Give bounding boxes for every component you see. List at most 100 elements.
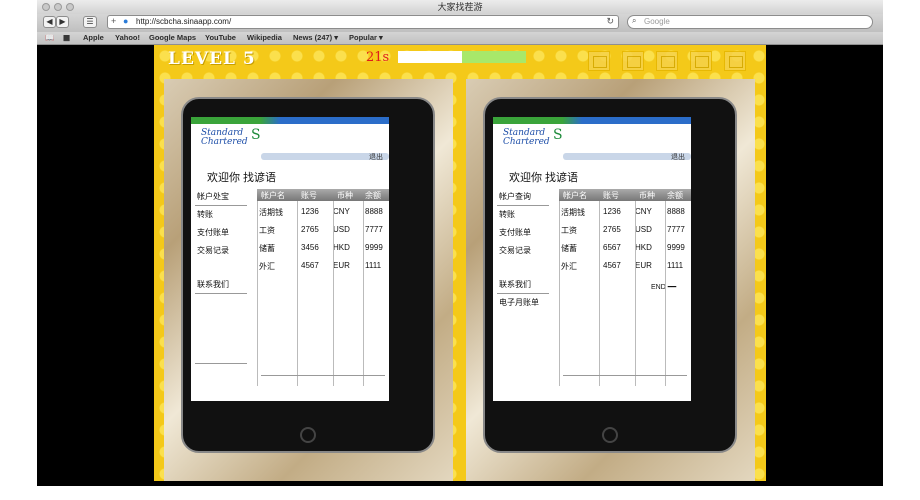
bookmark-youtube[interactable]: YouTube xyxy=(205,33,236,42)
logo-icon: S xyxy=(553,127,563,143)
left-menu: 帐户处宝 转账 支付账单 交易记录 联系我们 xyxy=(197,191,247,297)
left-screen[interactable]: Standard Chartered S 退出 欢迎你 找谚语 帐户处宝 转账 支付… xyxy=(191,117,389,401)
header-cell: 币种 xyxy=(337,191,353,200)
globe-icon: ● xyxy=(123,16,129,26)
reader-icon: ☰ xyxy=(86,17,94,26)
bookmark-apple[interactable]: Apple xyxy=(83,33,104,42)
bookmark-google-maps[interactable]: Google Maps xyxy=(149,33,196,42)
divider xyxy=(497,205,549,206)
minimize-button[interactable] xyxy=(54,3,62,11)
table-row: 外汇 4567 EUR 1111 xyxy=(259,261,382,271)
column-line xyxy=(363,201,364,386)
divider xyxy=(497,293,549,294)
table-row: 活期钱 1236 CNY 8888 xyxy=(561,207,685,217)
search-icon: ⌕ xyxy=(632,16,637,25)
right-image-panel[interactable]: Standard Chartered S 退出 欢迎你 找谚语 帐户查询 转账 支付… xyxy=(466,79,755,481)
header-cell: 帐户名 xyxy=(261,191,285,200)
hint-thumbnail-4[interactable] xyxy=(690,51,712,71)
forward-icon: ▶ xyxy=(59,17,66,26)
header-cell: 币种 xyxy=(639,191,655,200)
table-row: 工资 2765 USD 7777 xyxy=(259,225,383,235)
menu-item[interactable]: 电子月账单 xyxy=(499,297,549,315)
table-row: 外汇 4567 EUR 1111 xyxy=(561,261,684,271)
home-button-icon xyxy=(300,427,316,443)
table-row: 储蓄 3456 HKD 9999 xyxy=(259,243,383,253)
divider xyxy=(195,293,247,294)
progress-bar xyxy=(398,51,526,63)
search-field[interactable]: ⌕ Google xyxy=(627,15,873,29)
column-line xyxy=(559,201,560,386)
level-label: LEVEL 5 xyxy=(168,49,256,69)
grid-icon[interactable]: ▦ xyxy=(63,33,70,42)
menu-item[interactable]: 支付账单 xyxy=(197,227,247,245)
browser-toolbar: ◀ ▶ ☰ + ● http://scbcha.sinaapp.com/ ↻ ⌕… xyxy=(37,14,883,32)
back-button[interactable]: ◀ xyxy=(43,16,56,28)
welcome-text: 欢迎你 找谚语 xyxy=(509,172,579,184)
forward-button[interactable]: ▶ xyxy=(56,16,69,28)
bookmark-yahoo[interactable]: Yahoo! xyxy=(115,33,140,42)
home-button-icon xyxy=(602,427,618,443)
menu-item[interactable]: 转账 xyxy=(499,209,549,227)
left-image-panel[interactable]: Standard Chartered S 退出 欢迎你 找谚语 帐户处宝 转账 支付… xyxy=(164,79,453,481)
progress-fill xyxy=(462,51,526,63)
menu-item[interactable]: 转账 xyxy=(197,209,247,227)
bookmark-popular[interactable]: Popular ▾ xyxy=(349,33,383,42)
menu-item[interactable]: 帐户查询 xyxy=(499,191,549,209)
hint-thumbnail-2[interactable] xyxy=(622,51,644,71)
divider xyxy=(195,363,247,364)
logo-icon: S xyxy=(251,127,261,143)
table-row: 储蓄 6567 HKD 9999 xyxy=(561,243,685,253)
welcome-text: 欢迎你 找谚语 xyxy=(207,172,277,184)
column-line xyxy=(635,201,636,386)
reader-button[interactable]: ☰ xyxy=(83,16,97,28)
header-cell: 账号 xyxy=(603,191,619,200)
reload-icon[interactable]: ↻ xyxy=(606,16,614,27)
window-title: 大家找茬游 xyxy=(437,2,483,12)
menu-item[interactable]: 联系我们 xyxy=(499,279,549,297)
divider xyxy=(563,375,687,376)
divider xyxy=(195,205,247,206)
column-line xyxy=(665,201,666,386)
book-icon[interactable]: 📖 xyxy=(45,33,54,42)
window-controls xyxy=(42,3,74,11)
footer-link[interactable]: END ━━ xyxy=(651,283,676,291)
address-bar[interactable]: + ● http://scbcha.sinaapp.com/ ↻ xyxy=(107,15,619,29)
table-row: 活期钱 1236 CNY 8888 xyxy=(259,207,383,217)
add-bookmark-icon[interactable]: + xyxy=(111,16,116,26)
header-cell: 账号 xyxy=(301,191,317,200)
right-screen[interactable]: Standard Chartered S 退出 欢迎你 找谚语 帐户查询 转账 支付… xyxy=(493,117,691,401)
column-line xyxy=(297,201,298,386)
bank-logo: Standard Chartered S xyxy=(201,127,261,147)
logout-link[interactable]: 退出 xyxy=(671,152,685,162)
page-content: LEVEL 5 21s Standard Chartered S 退出 欢迎你 找谚… xyxy=(37,45,883,486)
hint-thumbnail-1[interactable] xyxy=(588,51,610,71)
menu-item[interactable]: 交易记录 xyxy=(499,245,549,263)
column-line xyxy=(333,201,334,386)
hint-thumbnail-5[interactable] xyxy=(724,51,746,71)
brand-stripe xyxy=(191,117,389,124)
menu-item[interactable]: 支付账单 xyxy=(499,227,549,245)
top-strip: 退出 xyxy=(261,152,389,162)
url-text: http://scbcha.sinaapp.com/ xyxy=(136,17,232,26)
header-cell: 余额 xyxy=(667,191,683,200)
table-row: 工资 2765 USD 7777 xyxy=(561,225,685,235)
column-line xyxy=(257,201,258,386)
brand-stripe xyxy=(493,117,691,124)
menu-item[interactable]: 帐户处宝 xyxy=(197,191,247,209)
timer: 21s xyxy=(366,50,390,65)
logout-link[interactable]: 退出 xyxy=(369,152,383,162)
zoom-button[interactable] xyxy=(66,3,74,11)
bank-logo: Standard Chartered S xyxy=(503,127,563,147)
hint-thumbnail-3[interactable] xyxy=(656,51,678,71)
menu-item[interactable]: 联系我们 xyxy=(197,279,247,297)
column-line xyxy=(599,201,600,386)
table-header: 帐户名 账号 币种 余额 xyxy=(257,189,389,201)
menu-item[interactable]: 交易记录 xyxy=(197,245,247,263)
back-icon: ◀ xyxy=(46,17,53,26)
close-button[interactable] xyxy=(42,3,50,11)
title-bar: 大家找茬游 xyxy=(37,0,883,14)
top-strip: 退出 xyxy=(563,152,691,162)
bookmark-wikipedia[interactable]: Wikipedia xyxy=(247,33,282,42)
bookmark-news[interactable]: News (247) ▾ xyxy=(293,33,338,42)
right-menu: 帐户查询 转账 支付账单 交易记录 联系我们 电子月账单 xyxy=(499,191,549,315)
